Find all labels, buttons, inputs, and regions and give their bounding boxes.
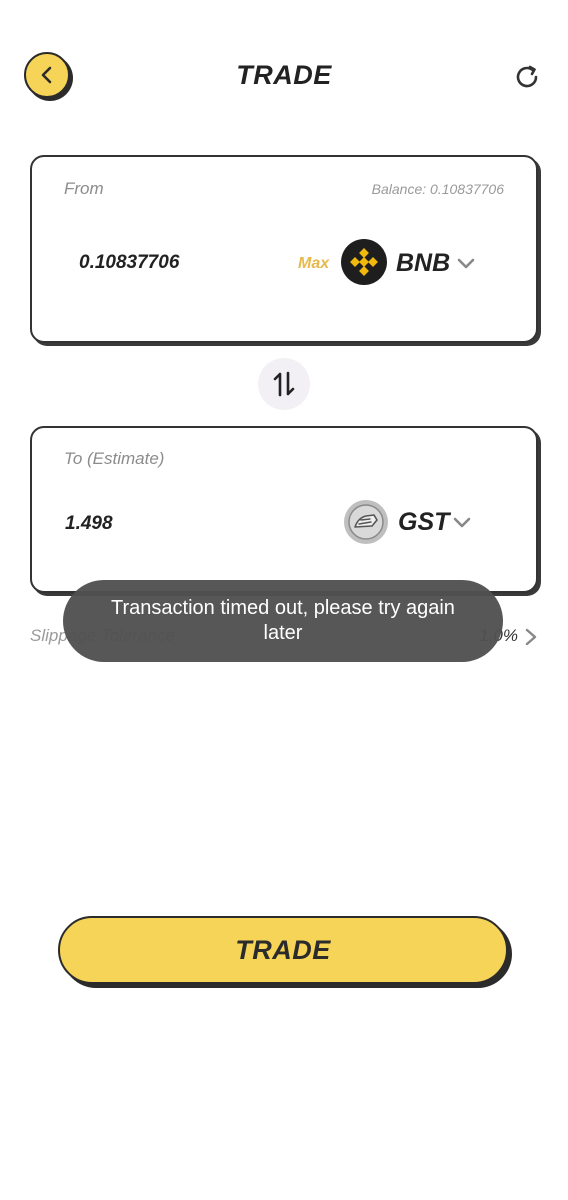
trade-button-label: TRADE [58,916,508,984]
to-token-symbol[interactable]: GST [398,508,449,537]
from-label: From [64,179,104,198]
chevron-down-icon[interactable] [452,516,472,530]
refresh-icon[interactable] [512,62,542,92]
from-card-face: From Balance: 0.10837706 0.10837706 Max … [30,155,538,343]
gst-logo-icon [344,500,388,544]
balance-text: Balance: 0.10837706 [371,181,504,197]
to-label: To (Estimate) [64,449,165,468]
page-title: TRADE [236,60,332,90]
chevron-right-icon[interactable] [524,627,538,647]
toast-message: Transaction timed out, please try again … [111,597,455,644]
swap-arrows-icon[interactable] [258,358,310,410]
bnb-logo-icon [341,239,387,285]
max-button[interactable]: Max [298,255,329,273]
to-card: To (Estimate) 1.498 GST [30,426,541,596]
chevron-down-icon[interactable] [456,257,476,271]
from-card: From Balance: 0.10837706 0.10837706 Max … [30,155,541,346]
to-amount: 1.498 [65,513,113,534]
from-amount-input[interactable]: 0.10837706 [79,252,179,274]
from-token-symbol[interactable]: BNB [396,249,450,278]
to-card-face: To (Estimate) 1.498 GST [30,426,538,593]
trade-button[interactable]: TRADE [58,916,512,988]
error-toast: Transaction timed out, please try again … [63,580,503,662]
